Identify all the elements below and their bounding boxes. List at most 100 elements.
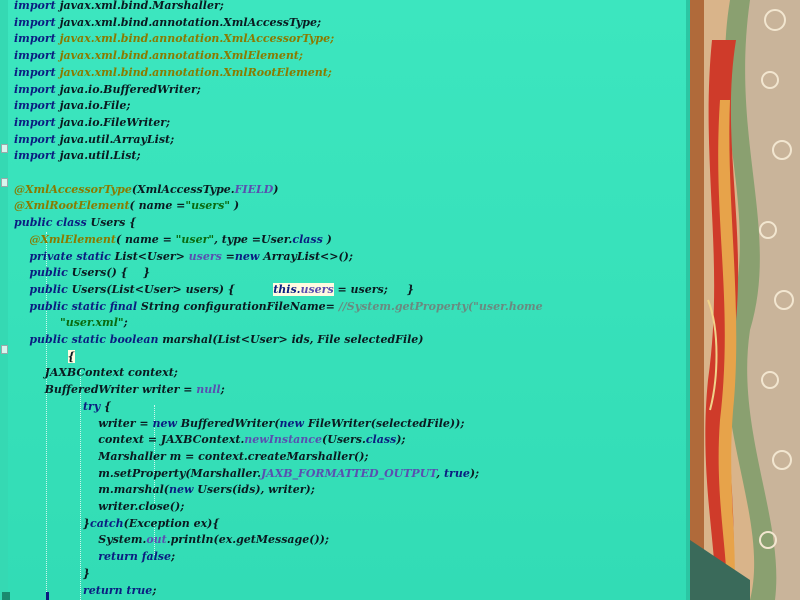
code-line[interactable]: @XmlElement( name = "user", type =User.c… [14, 232, 332, 249]
code-line[interactable]: JAXBContext context; [14, 365, 178, 382]
code-line[interactable]: import javax.xml.bind.annotation.XmlElem… [14, 48, 303, 65]
code-editor[interactable]: import javax.xml.bind.Marshaller; import … [0, 0, 690, 600]
code-line[interactable]: import javax.xml.bind.Marshaller; [14, 0, 224, 15]
code-line[interactable]: @XmlAccessorType(XmlAccessType.FIELD) [14, 182, 278, 199]
code-line[interactable]: public static boolean marshal(List<User>… [14, 332, 424, 349]
code-token: private static [29, 249, 115, 263]
code-token: users [300, 282, 334, 296]
code-token: javax.xml.bind.Marshaller; [59, 0, 224, 12]
code-token: import [14, 49, 60, 63]
code-token: true [443, 466, 470, 480]
code-token: public static boolean [29, 333, 163, 346]
code-line[interactable]: "user.xml"; [14, 315, 128, 332]
code-token: context = JAXBContext. [14, 433, 245, 447]
code-token: import [14, 0, 60, 12]
code-line[interactable]: import java.io.File; [14, 98, 130, 115]
code-line[interactable]: @XmlRootElement( name ="users" ) [14, 198, 239, 215]
code-token: ( name = [115, 232, 176, 246]
code-token: { [67, 349, 75, 363]
code-line[interactable]: System.out.println(ex.getMessage()); [14, 532, 329, 549]
code-token: = users; } [333, 282, 414, 296]
code-token: out [146, 533, 167, 547]
code-token: marshal(List<User> ids, File selectedFil… [162, 333, 424, 346]
code-token: javax.xml.bind.annotation.XmlAccessType; [59, 15, 322, 29]
code-token: ); [469, 466, 480, 480]
code-line[interactable]: Marshaller m = context.createMarshaller(… [14, 449, 368, 466]
code-token: java.io.File; [59, 99, 131, 113]
editor-status-marks [2, 592, 49, 600]
code-line[interactable]: import java.util.ArrayList; [14, 132, 174, 149]
code-line[interactable]: }catch(Exception ex){ [14, 516, 220, 533]
code-token: = [221, 249, 235, 263]
code-line[interactable]: import java.util.List; [14, 148, 141, 165]
code-line[interactable]: import javax.xml.bind.annotation.XmlAcce… [14, 31, 334, 48]
code-line[interactable]: import java.io.BufferedWriter; [14, 82, 201, 99]
code-token: BufferedWriter( [180, 416, 280, 430]
code-token: import [14, 15, 60, 29]
code-token: , [436, 466, 444, 480]
code-token: java.io.BufferedWriter; [59, 82, 201, 96]
fold-marker-icon[interactable] [1, 345, 8, 354]
code-token: import [14, 132, 60, 146]
code-line[interactable]: writer.close(); [14, 499, 184, 516]
code-token: import [14, 82, 60, 96]
code-line[interactable]: writer = new BufferedWriter(new FileWrit… [14, 416, 464, 433]
code-line[interactable]: { [14, 349, 75, 366]
code-line[interactable]: public Users(List<User> users) { this.us… [14, 282, 414, 299]
code-token: class [365, 433, 397, 447]
desktop-wallpaper [690, 0, 800, 600]
code-token: .println(ex.getMessage()); [166, 533, 329, 547]
code-token: return true [82, 583, 153, 597]
code-token: FIELD [234, 182, 274, 196]
code-token: , type =User. [214, 232, 293, 246]
code-token: Marshaller m = context.createMarshaller(… [14, 449, 369, 463]
code-line[interactable]: public static final String configuration… [14, 299, 542, 316]
code-token: new [168, 483, 198, 497]
code-token: Users { [90, 216, 137, 230]
code-token: public static final [29, 299, 141, 313]
code-line[interactable]: try { [14, 399, 111, 416]
code-token: JAXBContext context; [14, 366, 178, 380]
code-token: List<User> [114, 249, 189, 263]
code-token: this. [273, 282, 301, 296]
code-line[interactable]: return false; [14, 549, 175, 566]
code-token: return false [98, 550, 171, 564]
code-token: ArrayList<>(); [263, 249, 353, 263]
code-token: ; [220, 383, 225, 397]
code-line[interactable]: m.marshal(new Users(ids), writer); [14, 482, 315, 499]
code-line[interactable]: BufferedWriter writer = null; [14, 382, 225, 399]
code-token: public class [14, 216, 91, 230]
code-token: (Users. [322, 433, 366, 447]
code-token: javax.xml.bind.annotation.XmlElement; [59, 49, 303, 63]
code-token: ) [230, 199, 240, 213]
code-token: ) [273, 182, 279, 196]
code-token: "user.xml" [59, 316, 124, 330]
code-line[interactable]: public class Users { [14, 215, 136, 232]
code-line[interactable]: private static List<User> users =new Arr… [14, 249, 353, 266]
code-token: (Exception ex){ [123, 516, 220, 530]
code-line[interactable]: m.setProperty(Marshaller.JAXB_FORMATTED_… [14, 466, 479, 483]
code-token: ) [322, 232, 332, 246]
code-token: import [14, 99, 60, 113]
code-token: Users(List<User> users) { [71, 282, 274, 296]
code-line[interactable]: import javax.xml.bind.annotation.XmlAcce… [14, 15, 321, 32]
code-line[interactable]: import javax.xml.bind.annotation.XmlRoot… [14, 65, 332, 82]
code-line[interactable]: } [14, 566, 90, 583]
code-token: public [29, 282, 72, 296]
code-line[interactable]: context = JAXBContext.newInstance(Users.… [14, 432, 405, 449]
code-line[interactable]: public Users() { } [14, 265, 150, 282]
fold-marker-icon[interactable] [1, 144, 8, 153]
code-token: import [14, 65, 60, 79]
code-token: new [152, 416, 181, 430]
code-token: class [292, 232, 323, 246]
code-token: java.util.ArrayList; [59, 132, 175, 146]
code-token: new [279, 416, 308, 430]
code-token: FileWriter(selectedFile)); [307, 416, 465, 430]
fold-marker-icon[interactable] [1, 178, 8, 187]
code-line[interactable]: import java.io.FileWriter; [14, 115, 170, 132]
code-token: writer.close(); [14, 500, 185, 513]
